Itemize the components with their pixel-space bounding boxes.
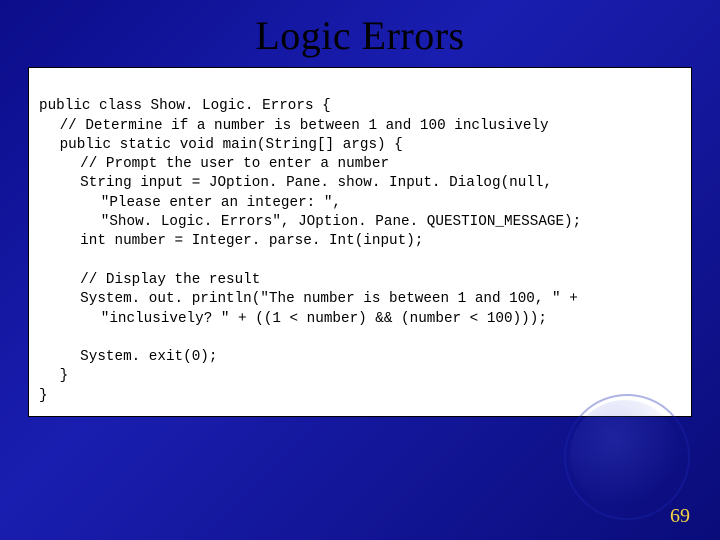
code-line: } [39, 388, 48, 404]
code-line: // Display the result [39, 272, 260, 288]
code-line: public class Show. Logic. Errors { [39, 98, 331, 114]
code-line: } [39, 368, 68, 384]
code-line: int number = Integer. parse. Int(input); [39, 233, 423, 249]
slide-title: Logic Errors [28, 12, 692, 59]
code-line: System. out. println("The number is betw… [39, 291, 578, 307]
code-line: "Please enter an integer: ", [39, 195, 341, 211]
code-line: System. exit(0); [39, 349, 217, 365]
code-line: String input = JOption. Pane. show. Inpu… [39, 175, 552, 191]
code-line: "inclusively? " + ((1 < number) && (numb… [39, 311, 547, 327]
code-line: // Determine if a number is between 1 an… [39, 118, 549, 134]
code-line: // Prompt the user to enter a number [39, 156, 389, 172]
slide-number: 69 [670, 505, 690, 528]
slide: Logic Errors public class Show. Logic. E… [0, 0, 720, 540]
code-line: public static void main(String[] args) { [39, 137, 403, 153]
code-panel: public class Show. Logic. Errors { // De… [28, 67, 692, 417]
code-line: "Show. Logic. Errors", JOption. Pane. QU… [39, 214, 581, 230]
